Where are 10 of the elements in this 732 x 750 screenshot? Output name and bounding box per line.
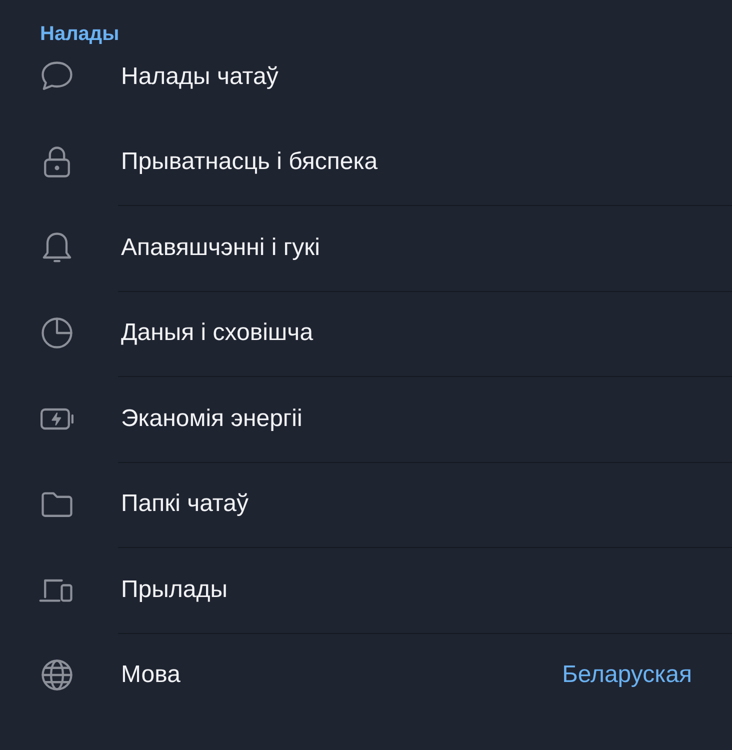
settings-item[interactable]: Мова xyxy=(121,661,562,690)
section-title: Налады xyxy=(40,22,120,46)
settings-item[interactable]: Даныя і сховішча xyxy=(121,319,732,348)
setting-value: Беларуская xyxy=(562,661,692,690)
settings-item[interactable]: Прыватнасць і бяспека xyxy=(121,148,732,176)
settings-item[interactable]: Эканомія энергіі xyxy=(121,404,732,433)
settings-item[interactable]: Папкі чатаў xyxy=(121,490,732,518)
settings-item[interactable]: Налады чатаў xyxy=(121,62,732,91)
settings-item[interactable]: Прылады xyxy=(121,576,732,604)
settings-item[interactable]: Апавяшчэнні і гукі xyxy=(121,234,732,262)
